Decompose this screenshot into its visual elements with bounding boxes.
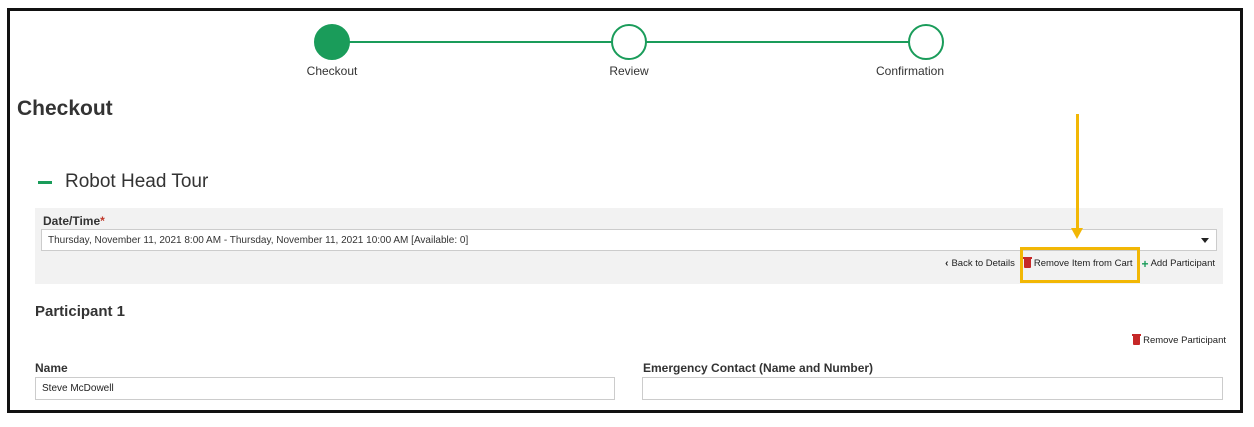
- step-checkout-indicator: [314, 24, 350, 60]
- collapse-minus-icon[interactable]: [38, 180, 52, 184]
- remove-item-from-cart-link[interactable]: Remove Item from Cart: [1022, 257, 1133, 269]
- add-participant-link[interactable]: + Add Participant: [1141, 256, 1215, 271]
- screenshot-frame: Checkout Review Confirmation Checkout Ro…: [7, 8, 1243, 413]
- date-time-select[interactable]: Thursday, November 11, 2021 8:00 AM - Th…: [41, 229, 1217, 251]
- checkout-stepper: Checkout Review Confirmation: [10, 11, 1240, 91]
- page-title: Checkout: [17, 97, 113, 120]
- step-confirmation-label: Confirmation: [875, 64, 945, 78]
- add-participant-label: Add Participant: [1150, 258, 1215, 269]
- item-title: Robot Head Tour: [65, 171, 209, 192]
- step-checkout-label: Checkout: [306, 64, 358, 78]
- name-input[interactable]: [35, 377, 615, 400]
- step-connector: [336, 41, 626, 43]
- trash-icon: [1132, 334, 1142, 345]
- step-confirmation-indicator: [908, 24, 944, 60]
- annotation-arrow-down-icon: [1071, 228, 1083, 239]
- step-review-label: Review: [609, 64, 649, 78]
- date-time-panel: Date/Time* Thursday, November 11, 2021 8…: [35, 208, 1223, 284]
- item-actions: ‹ Back to Details Remove Item from Cart …: [936, 256, 1215, 271]
- remove-participant-label: Remove Participant: [1143, 335, 1226, 346]
- annotation-arrow-shaft: [1076, 114, 1079, 230]
- plus-icon: +: [1141, 256, 1149, 271]
- emergency-contact-input[interactable]: [642, 377, 1223, 400]
- step-review-indicator: [611, 24, 647, 60]
- emergency-contact-label: Emergency Contact (Name and Number): [643, 361, 874, 375]
- trash-icon: [1022, 257, 1032, 268]
- item-section-header[interactable]: Robot Head Tour: [38, 171, 208, 193]
- name-field-label: Name: [35, 361, 68, 375]
- remove-item-label: Remove Item from Cart: [1033, 258, 1133, 269]
- required-asterisk: *: [100, 214, 105, 228]
- back-to-details-label: Back to Details: [951, 258, 1015, 269]
- back-to-details-link[interactable]: ‹ Back to Details: [945, 258, 1015, 269]
- step-connector: [646, 41, 924, 43]
- caret-down-icon[interactable]: [1201, 238, 1209, 243]
- date-time-label: Date/Time*: [43, 214, 105, 228]
- date-time-selected-value: Thursday, November 11, 2021 8:00 AM - Th…: [48, 235, 469, 246]
- date-time-label-text: Date/Time: [43, 214, 101, 228]
- participant-title: Participant 1: [35, 303, 126, 320]
- remove-participant-link[interactable]: Remove Participant: [1132, 334, 1226, 346]
- chevron-left-icon: ‹: [945, 258, 949, 269]
